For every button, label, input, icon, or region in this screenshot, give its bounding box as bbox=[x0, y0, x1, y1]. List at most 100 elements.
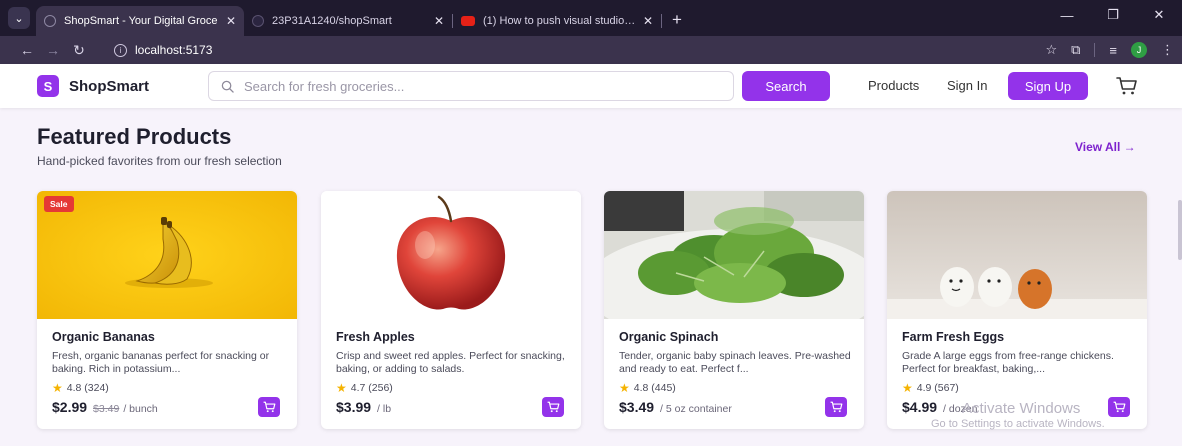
close-icon[interactable]: ✕ bbox=[434, 14, 444, 28]
add-to-cart-button[interactable] bbox=[542, 397, 564, 417]
section-subtitle: Hand-picked favorites from our fresh sel… bbox=[37, 154, 282, 168]
product-rating: ★ 4.9 (567) bbox=[902, 381, 1134, 395]
browser-tab-shopsmart[interactable]: ShopSmart - Your Digital Groce ✕ bbox=[36, 6, 244, 36]
url-text: localhost:5173 bbox=[135, 43, 213, 57]
minimize-icon[interactable]: — bbox=[1044, 8, 1090, 23]
browser-tab-youtube[interactable]: (1) How to push visual studio co ✕ bbox=[453, 6, 661, 36]
tab-search-icon[interactable]: ⌄ bbox=[8, 7, 30, 29]
rating-text: 4.8 (445) bbox=[633, 382, 676, 394]
github-icon bbox=[252, 15, 264, 27]
star-icon: ★ bbox=[619, 381, 630, 395]
product-old-price: $3.49 bbox=[93, 403, 120, 415]
browser-toolbar: ← → ↻ i localhost:5173 ☆ ⧉ ≡ J ⋮ bbox=[0, 36, 1182, 64]
browser-tab-bar: ⌄ ShopSmart - Your Digital Groce ✕ 23P31… bbox=[0, 0, 1182, 36]
product-name: Farm Fresh Eggs bbox=[902, 330, 1005, 344]
signup-button[interactable]: Sign Up bbox=[1008, 72, 1088, 100]
reload-icon[interactable]: ↻ bbox=[66, 42, 92, 59]
price-row: $3.99 / lb bbox=[336, 399, 391, 415]
banana-image bbox=[37, 191, 297, 319]
view-all-link[interactable]: View All → bbox=[1075, 140, 1136, 154]
browser-menu-icon[interactable]: ⋮ bbox=[1161, 42, 1174, 58]
bookmark-star-icon[interactable]: ☆ bbox=[1045, 42, 1057, 58]
cart-icon bbox=[263, 401, 275, 413]
product-card-apples[interactable]: Fresh Apples Crisp and sweet red apples.… bbox=[321, 191, 581, 429]
sale-badge: Sale bbox=[44, 196, 74, 212]
product-card-spinach[interactable]: Organic Spinach Tender, organic baby spi… bbox=[604, 191, 864, 429]
product-info: Organic Bananas Fresh, organic bananas p… bbox=[52, 330, 284, 395]
price-row: $2.99 $3.49 / bunch bbox=[52, 399, 158, 415]
add-to-cart-button[interactable] bbox=[825, 397, 847, 417]
add-to-cart-button[interactable] bbox=[258, 397, 280, 417]
cart-icon[interactable] bbox=[1116, 76, 1138, 96]
star-icon: ★ bbox=[52, 381, 63, 395]
add-to-cart-button[interactable] bbox=[1108, 397, 1130, 417]
close-icon[interactable]: ✕ bbox=[643, 14, 653, 28]
globe-icon bbox=[44, 15, 56, 27]
rating-text: 4.9 (567) bbox=[916, 382, 959, 394]
nav-products-link[interactable]: Products bbox=[868, 78, 919, 93]
toolbar-actions: ☆ ⧉ ≡ J ⋮ bbox=[1045, 36, 1174, 64]
product-unit: / 5 oz container bbox=[660, 403, 732, 415]
tab-title: ShopSmart - Your Digital Groce bbox=[64, 15, 218, 27]
logo-mark: S bbox=[37, 75, 59, 97]
product-card-bananas[interactable]: Sale Organic Bananas Fresh, organic bana… bbox=[37, 191, 297, 429]
spinach-image bbox=[604, 191, 864, 319]
cart-icon bbox=[1113, 401, 1125, 413]
scrollbar-thumb[interactable] bbox=[1178, 200, 1182, 260]
cart-icon bbox=[547, 401, 559, 413]
product-info: Farm Fresh Eggs Grade A large eggs from … bbox=[902, 330, 1134, 395]
forward-arrow-icon[interactable]: → bbox=[40, 42, 66, 58]
apple-image bbox=[321, 191, 581, 319]
product-price: $3.49 bbox=[619, 399, 655, 415]
product-description: Tender, organic baby spinach leaves. Pre… bbox=[619, 350, 851, 375]
search-box bbox=[208, 71, 734, 101]
media-controls-icon[interactable]: ≡ bbox=[1109, 43, 1117, 58]
close-icon[interactable]: ✕ bbox=[226, 14, 236, 28]
activation-watermark-subtitle: Go to Settings to activate Windows. bbox=[931, 418, 1105, 430]
page-title: Featured Products bbox=[37, 124, 232, 149]
logo-text: ShopSmart bbox=[69, 77, 150, 95]
rating-text: 4.7 (256) bbox=[350, 382, 393, 394]
address-bar[interactable]: i localhost:5173 bbox=[114, 39, 1044, 61]
product-unit: / lb bbox=[377, 403, 392, 415]
site-info-icon[interactable]: i bbox=[114, 43, 127, 57]
star-icon: ★ bbox=[902, 381, 913, 395]
product-name: Organic Spinach bbox=[619, 330, 719, 344]
product-rating: ★ 4.7 (256) bbox=[336, 381, 568, 395]
product-description: Fresh, organic bananas perfect for snack… bbox=[52, 350, 270, 375]
eggs-image bbox=[887, 191, 1147, 319]
nav-signin-link[interactable]: Sign In bbox=[947, 78, 987, 93]
product-info: Fresh Apples Crisp and sweet red apples.… bbox=[336, 330, 568, 395]
product-price: $4.99 bbox=[902, 399, 938, 415]
search-icon bbox=[221, 80, 234, 93]
product-card-eggs[interactable]: Farm Fresh Eggs Grade A large eggs from … bbox=[887, 191, 1147, 429]
product-unit: / bunch bbox=[123, 403, 158, 415]
back-arrow-icon[interactable]: ← bbox=[14, 42, 40, 58]
restore-icon[interactable]: ❐ bbox=[1090, 7, 1136, 23]
new-tab-plus-icon[interactable]: + bbox=[672, 10, 682, 30]
toolbar-divider bbox=[1094, 43, 1096, 57]
product-price: $3.99 bbox=[336, 399, 372, 415]
site-header: S ShopSmart Search Products Sign In Sign… bbox=[0, 64, 1182, 108]
product-description: Grade A large eggs from free-range chick… bbox=[902, 350, 1114, 375]
search-input[interactable] bbox=[244, 78, 733, 94]
rating-text: 4.8 (324) bbox=[66, 382, 109, 394]
extensions-icon[interactable]: ⧉ bbox=[1071, 42, 1080, 58]
profile-avatar[interactable]: J bbox=[1131, 42, 1147, 58]
product-name: Organic Bananas bbox=[52, 330, 155, 344]
cart-icon bbox=[830, 401, 842, 413]
product-price: $2.99 bbox=[52, 399, 88, 415]
price-row: $3.49 / 5 oz container bbox=[619, 399, 732, 415]
product-info: Organic Spinach Tender, organic baby spi… bbox=[619, 330, 851, 395]
tab-divider bbox=[661, 14, 662, 28]
product-rating: ★ 4.8 (445) bbox=[619, 381, 851, 395]
window-controls: — ❐ ✕ bbox=[1044, 0, 1182, 30]
browser-tab-github[interactable]: 23P31A1240/shopSmart ✕ bbox=[244, 6, 452, 36]
product-rating: ★ 4.8 (324) bbox=[52, 381, 284, 395]
logo[interactable]: S ShopSmart bbox=[37, 75, 149, 97]
tab-title: (1) How to push visual studio co bbox=[483, 15, 637, 27]
tab-title: 23P31A1240/shopSmart bbox=[272, 15, 392, 27]
close-window-icon[interactable]: ✕ bbox=[1136, 7, 1182, 23]
youtube-icon bbox=[461, 16, 475, 26]
search-button[interactable]: Search bbox=[742, 71, 830, 101]
